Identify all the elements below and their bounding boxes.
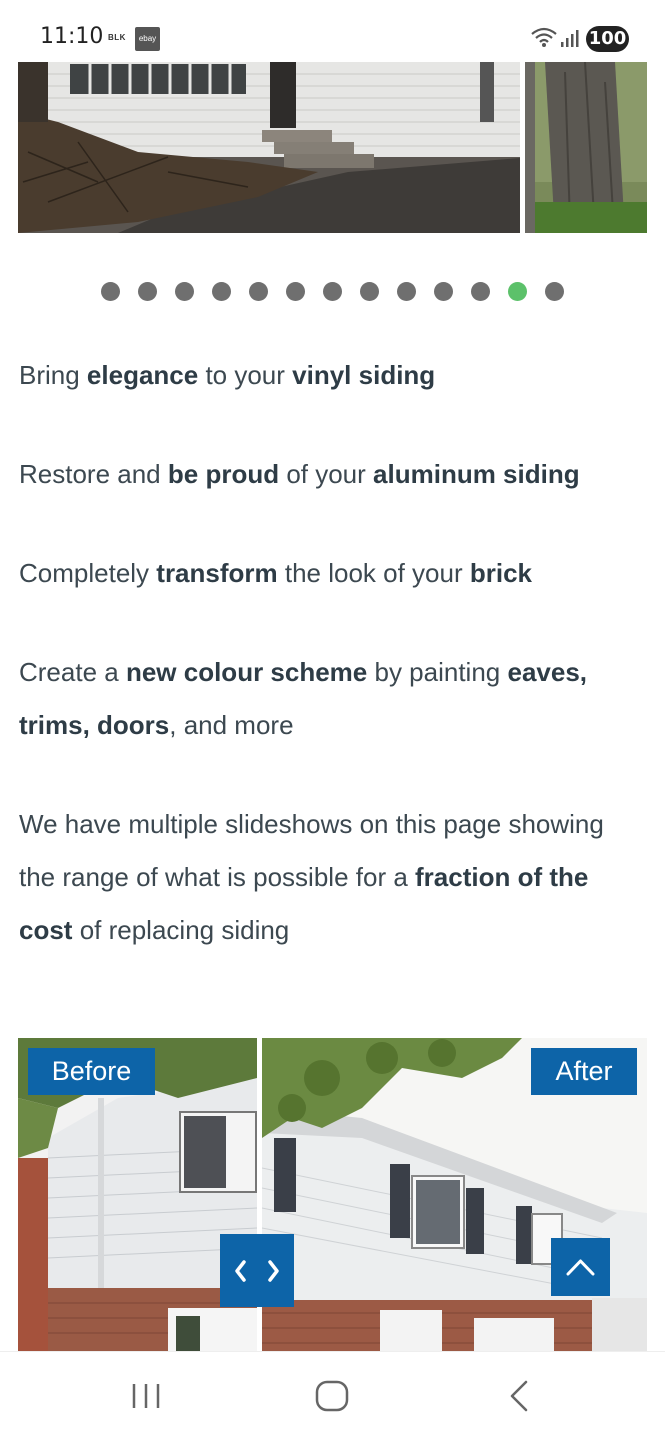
carousel-dot[interactable]: [471, 282, 490, 301]
recent-apps-button[interactable]: [116, 1372, 176, 1420]
carousel-dot[interactable]: [434, 282, 453, 301]
carousel-dot[interactable]: [286, 282, 305, 301]
before-label: Before: [28, 1048, 155, 1095]
carousel-dot[interactable]: [138, 282, 157, 301]
bold-span: be proud: [167, 459, 280, 489]
chevron-left-right-icon: [235, 1260, 279, 1282]
bold-span: new colour scheme: [125, 657, 368, 687]
text-span: Restore and: [19, 459, 168, 489]
carousel-slide-house-photo: [18, 62, 520, 233]
bold-span: transform: [156, 558, 278, 588]
back-button[interactable]: [488, 1372, 548, 1420]
carousel-dot[interactable]: [323, 282, 342, 301]
wifi-icon: [531, 27, 557, 47]
blk-app-icon: BLK: [108, 33, 126, 42]
carousel-dot[interactable]: [360, 282, 379, 301]
home-button[interactable]: [302, 1372, 362, 1420]
text-span: , and more: [169, 710, 294, 740]
back-icon: [510, 1380, 528, 1412]
bold-span: aluminum siding: [373, 459, 580, 489]
carousel-dot[interactable]: [397, 282, 416, 301]
image-carousel[interactable]: [18, 62, 647, 233]
status-bar: 11:10 BLK ebay 100: [0, 0, 665, 62]
system-navigation-bar: [0, 1351, 665, 1440]
feature-text: Bring elegance to your vinyl siding: [19, 349, 649, 402]
text-span: Completely: [19, 558, 157, 588]
status-time: 11:10: [40, 24, 104, 49]
home-icon: [315, 1380, 349, 1412]
feature-text: We have multiple slideshows on this page…: [19, 798, 639, 957]
carousel-slide-tree-photo: [525, 62, 647, 233]
scroll-to-top-button[interactable]: [551, 1238, 610, 1296]
feature-text: Restore and be proud of your aluminum si…: [19, 448, 649, 501]
ebay-app-icon: ebay: [135, 27, 160, 51]
comparison-slider-handle[interactable]: [220, 1234, 294, 1307]
bold-span: vinyl siding: [292, 360, 436, 390]
carousel-dot[interactable]: [101, 282, 120, 301]
bold-span: brick: [469, 558, 533, 588]
carousel-dot-active[interactable]: [508, 282, 527, 301]
signal-icon: [561, 30, 579, 47]
text-span: by painting: [367, 657, 508, 687]
feature-text: Create a new colour scheme by painting e…: [19, 646, 619, 752]
text-span: Bring: [19, 360, 87, 390]
battery-indicator: 100: [586, 26, 629, 52]
text-span: the look of your: [277, 558, 470, 588]
text-span: to your: [198, 360, 293, 390]
carousel-dot[interactable]: [545, 282, 564, 301]
chevron-up-icon: [566, 1259, 595, 1276]
text-span: of replacing siding: [72, 915, 290, 945]
carousel-dot[interactable]: [249, 282, 268, 301]
feature-text: Completely transform the look of your br…: [19, 547, 649, 600]
recent-apps-icon: [132, 1384, 160, 1408]
text-span: of your: [279, 459, 374, 489]
carousel-pagination: [0, 282, 665, 302]
text-span: Create a: [19, 657, 126, 687]
carousel-dot[interactable]: [175, 282, 194, 301]
bold-span: elegance: [86, 360, 199, 390]
before-after-slider[interactable]: Before After: [18, 1038, 647, 1351]
after-label: After: [531, 1048, 637, 1095]
carousel-dot[interactable]: [212, 282, 231, 301]
